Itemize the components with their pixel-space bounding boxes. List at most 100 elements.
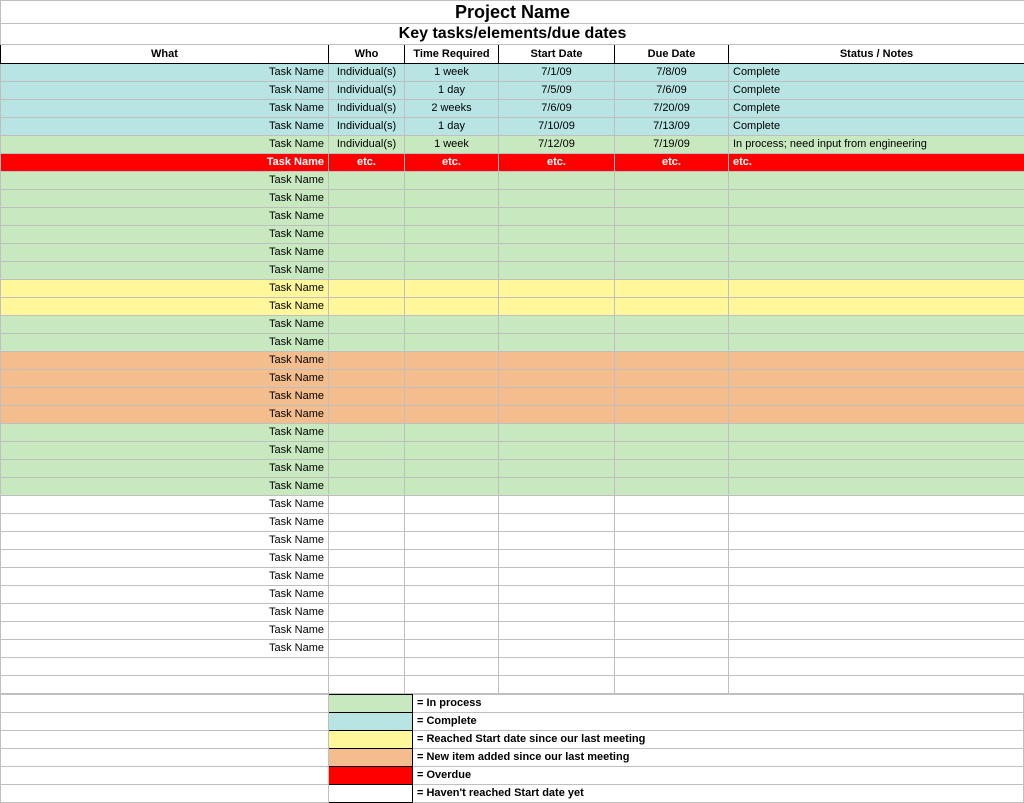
cell-time[interactable]: 1 day — [405, 82, 499, 100]
cell-status[interactable] — [729, 352, 1024, 370]
cell-what[interactable]: Task Name — [1, 424, 329, 442]
cell-time[interactable] — [405, 370, 499, 388]
cell-time[interactable] — [405, 568, 499, 586]
cell-what[interactable]: Task Name — [1, 64, 329, 82]
cell-what[interactable]: Task Name — [1, 514, 329, 532]
cell-time[interactable] — [405, 550, 499, 568]
cell-start[interactable]: 7/6/09 — [499, 100, 615, 118]
cell-due[interactable]: etc. — [615, 154, 729, 172]
cell-due[interactable] — [615, 514, 729, 532]
cell-time[interactable]: 1 week — [405, 64, 499, 82]
cell-start[interactable] — [499, 226, 615, 244]
cell-status[interactable] — [729, 604, 1024, 622]
cell-start[interactable] — [499, 172, 615, 190]
cell-time[interactable] — [405, 172, 499, 190]
cell-start[interactable]: 7/10/09 — [499, 118, 615, 136]
cell-time[interactable] — [405, 406, 499, 424]
cell-due[interactable] — [615, 586, 729, 604]
cell-time[interactable] — [405, 262, 499, 280]
cell-status[interactable] — [729, 190, 1024, 208]
cell-who[interactable]: Individual(s) — [329, 100, 405, 118]
cell-time[interactable] — [405, 352, 499, 370]
cell-due[interactable] — [615, 262, 729, 280]
cell-time[interactable] — [405, 388, 499, 406]
cell-who[interactable] — [329, 550, 405, 568]
cell-who[interactable] — [329, 604, 405, 622]
cell-what[interactable]: Task Name — [1, 190, 329, 208]
cell-what[interactable]: Task Name — [1, 226, 329, 244]
cell-time[interactable] — [405, 226, 499, 244]
cell-status[interactable] — [729, 460, 1024, 478]
cell-start[interactable] — [499, 478, 615, 496]
cell-what[interactable]: Task Name — [1, 100, 329, 118]
cell-status[interactable]: Complete — [729, 64, 1024, 82]
cell-status[interactable] — [729, 442, 1024, 460]
cell-due[interactable] — [615, 640, 729, 658]
cell-who[interactable] — [329, 172, 405, 190]
cell-status[interactable] — [729, 172, 1024, 190]
cell-status[interactable]: Complete — [729, 118, 1024, 136]
cell-time[interactable] — [405, 298, 499, 316]
col-header-time[interactable]: Time Required — [405, 45, 499, 64]
cell-what[interactable]: Task Name — [1, 118, 329, 136]
cell-status[interactable]: Complete — [729, 82, 1024, 100]
cell-start[interactable] — [499, 298, 615, 316]
cell-start[interactable]: etc. — [499, 154, 615, 172]
cell-status[interactable] — [729, 406, 1024, 424]
cell-who[interactable] — [329, 496, 405, 514]
page-title[interactable]: Project Name — [1, 1, 1024, 24]
cell-time[interactable] — [405, 424, 499, 442]
cell-status[interactable] — [729, 424, 1024, 442]
cell-who[interactable] — [329, 640, 405, 658]
cell-due[interactable] — [615, 352, 729, 370]
cell-who[interactable] — [329, 532, 405, 550]
cell-start[interactable] — [499, 586, 615, 604]
cell-status[interactable] — [729, 478, 1024, 496]
col-header-start[interactable]: Start Date — [499, 45, 615, 64]
cell-what[interactable]: Task Name — [1, 82, 329, 100]
cell-start[interactable] — [499, 424, 615, 442]
cell-due[interactable] — [615, 622, 729, 640]
cell-start[interactable] — [499, 370, 615, 388]
cell-time[interactable] — [405, 190, 499, 208]
cell-start[interactable]: 7/5/09 — [499, 82, 615, 100]
cell-start[interactable] — [499, 532, 615, 550]
cell-status[interactable] — [729, 568, 1024, 586]
cell-who[interactable]: Individual(s) — [329, 64, 405, 82]
cell-start[interactable] — [499, 352, 615, 370]
cell-due[interactable] — [615, 532, 729, 550]
cell-start[interactable] — [499, 280, 615, 298]
cell-status[interactable] — [729, 262, 1024, 280]
col-header-who[interactable]: Who — [329, 45, 405, 64]
cell-status[interactable] — [729, 298, 1024, 316]
cell-time[interactable] — [405, 478, 499, 496]
cell-what[interactable]: Task Name — [1, 370, 329, 388]
cell-who[interactable] — [329, 352, 405, 370]
cell-time[interactable] — [405, 604, 499, 622]
col-header-what[interactable]: What — [1, 45, 329, 64]
cell-due[interactable] — [615, 172, 729, 190]
cell-due[interactable] — [615, 496, 729, 514]
cell-what[interactable]: Task Name — [1, 478, 329, 496]
cell-due[interactable] — [615, 226, 729, 244]
cell-what[interactable]: Task Name — [1, 244, 329, 262]
cell-who[interactable]: Individual(s) — [329, 118, 405, 136]
cell-what[interactable]: Task Name — [1, 316, 329, 334]
cell-time[interactable] — [405, 208, 499, 226]
cell-who[interactable] — [329, 370, 405, 388]
cell-what[interactable]: Task Name — [1, 604, 329, 622]
cell-who[interactable] — [329, 244, 405, 262]
cell-start[interactable] — [499, 190, 615, 208]
cell-what[interactable]: Task Name — [1, 568, 329, 586]
cell-start[interactable] — [499, 514, 615, 532]
cell-start[interactable] — [499, 460, 615, 478]
cell-who[interactable] — [329, 190, 405, 208]
cell-who[interactable] — [329, 298, 405, 316]
cell-time[interactable] — [405, 622, 499, 640]
cell-who[interactable] — [329, 226, 405, 244]
col-header-status[interactable]: Status / Notes — [729, 45, 1024, 64]
cell-status[interactable]: Complete — [729, 100, 1024, 118]
cell-due[interactable]: 7/6/09 — [615, 82, 729, 100]
cell-time[interactable] — [405, 640, 499, 658]
cell-due[interactable] — [615, 604, 729, 622]
